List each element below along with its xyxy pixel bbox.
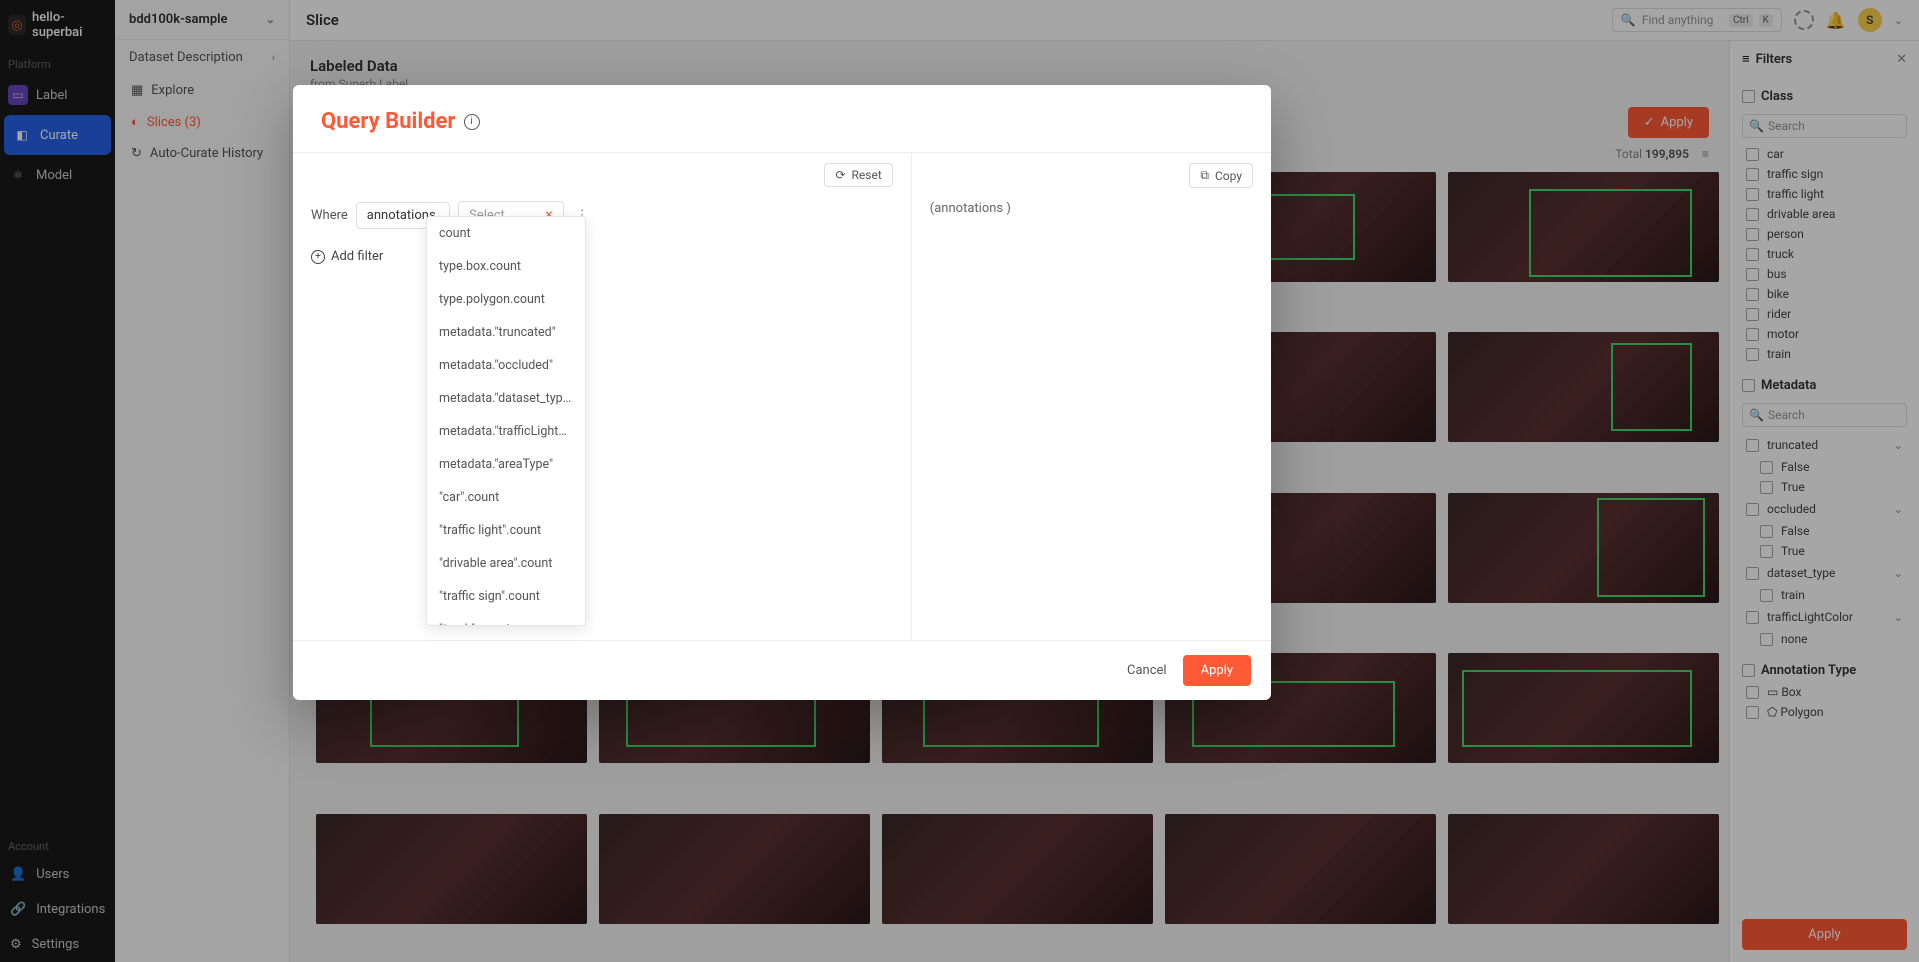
cancel-button[interactable]: Cancel: [1127, 663, 1167, 678]
dropdown-option[interactable]: "car".count: [427, 481, 585, 514]
modal-title: Query Builder: [321, 109, 456, 134]
query-builder-left-pane: ⟳Reset Where annotations. Select... × ⋮ …: [293, 153, 911, 640]
dropdown-option[interactable]: metadata."truncated": [427, 316, 585, 349]
dropdown-option[interactable]: metadata."trafficLightColor": [427, 415, 585, 448]
dropdown-option[interactable]: type.polygon.count: [427, 283, 585, 316]
dropdown-option[interactable]: metadata."occluded": [427, 349, 585, 382]
filter-row: Where annotations. Select... × ⋮: [311, 201, 893, 229]
dropdown-option[interactable]: "traffic sign".count: [427, 580, 585, 613]
dropdown-option[interactable]: metadata."dataset_type": [427, 382, 585, 415]
reset-button[interactable]: ⟳Reset: [824, 163, 892, 187]
copy-button[interactable]: ⧉Copy: [1189, 163, 1253, 188]
field-dropdown: counttype.box.counttype.polygon.countmet…: [426, 216, 586, 626]
dropdown-option[interactable]: metadata."areaType": [427, 448, 585, 481]
plus-icon: +: [311, 250, 325, 264]
copy-icon: ⧉: [1200, 168, 1209, 183]
dropdown-option[interactable]: type.box.count: [427, 250, 585, 283]
info-icon[interactable]: i: [464, 114, 480, 130]
where-label: Where: [311, 208, 348, 223]
add-filter-button[interactable]: + Add filter: [311, 249, 893, 264]
dropdown-option[interactable]: "traffic light".count: [427, 514, 585, 547]
query-expression: (annotations ): [930, 201, 1253, 216]
query-builder-right-pane: ⧉Copy (annotations ): [911, 153, 1271, 640]
dropdown-option[interactable]: count: [427, 217, 585, 250]
apply-button[interactable]: Apply: [1183, 655, 1251, 686]
dropdown-option[interactable]: "drivable area".count: [427, 547, 585, 580]
dropdown-option[interactable]: "truck".count: [427, 613, 585, 626]
refresh-icon: ⟳: [835, 168, 845, 182]
